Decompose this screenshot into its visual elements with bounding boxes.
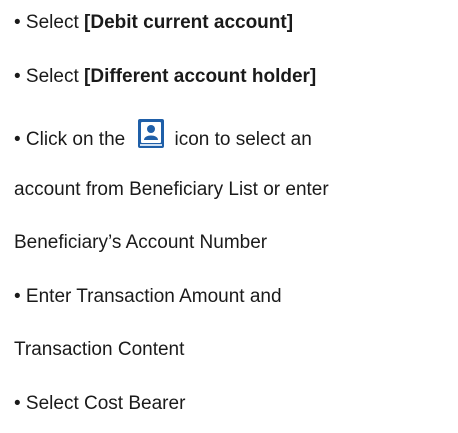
- step-enter-amount-line2: Transaction Content: [14, 339, 185, 360]
- beneficiary-list-icon: [136, 118, 167, 150]
- step-click-icon: • Click on the icon to select an: [14, 118, 312, 156]
- step-enter-amount-line1: • Enter Transaction Amount and: [14, 286, 282, 307]
- step-select-cost-bearer: • Select Cost Bearer: [14, 393, 186, 414]
- step-select-different-holder: • Select [Different account holder]: [14, 65, 316, 89]
- step-text-after-icon: icon to select an: [174, 129, 312, 151]
- step-click-icon-line3: Beneficiary’s Account Number: [14, 232, 268, 253]
- step-prefix: • Select: [14, 12, 85, 33]
- step-prefix: • Select: [14, 66, 85, 87]
- option-different-account-holder: [Different account holder]: [84, 66, 317, 87]
- step-text-before-icon: • Click on the: [14, 129, 131, 151]
- step-select-debit-account: • Select [Debit current account]: [14, 11, 293, 35]
- step-click-icon-line2: account from Beneficiary List or enter: [14, 179, 329, 200]
- option-debit-current-account: [Debit current account]: [84, 12, 294, 33]
